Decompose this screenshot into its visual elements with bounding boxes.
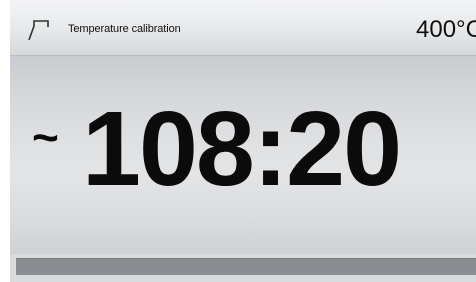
remaining-time: 108:20 [82, 90, 402, 208]
progress-bar [16, 258, 476, 275]
furnace-temperature: 400°C [416, 16, 476, 43]
header-bar: Temperature calibration 400°C [10, 0, 476, 56]
time-display-area: ~ 108:20 [10, 56, 476, 254]
approx-sign: ~ [32, 111, 59, 163]
display-panel: Temperature calibration 400°C ~ 108:20 [10, 0, 476, 282]
program-name[interactable]: Temperature calibration [68, 23, 181, 35]
furnace-display: Temperature calibration 400°C ~ 108:20 [0, 0, 476, 282]
program-curve-icon[interactable] [28, 19, 50, 41]
